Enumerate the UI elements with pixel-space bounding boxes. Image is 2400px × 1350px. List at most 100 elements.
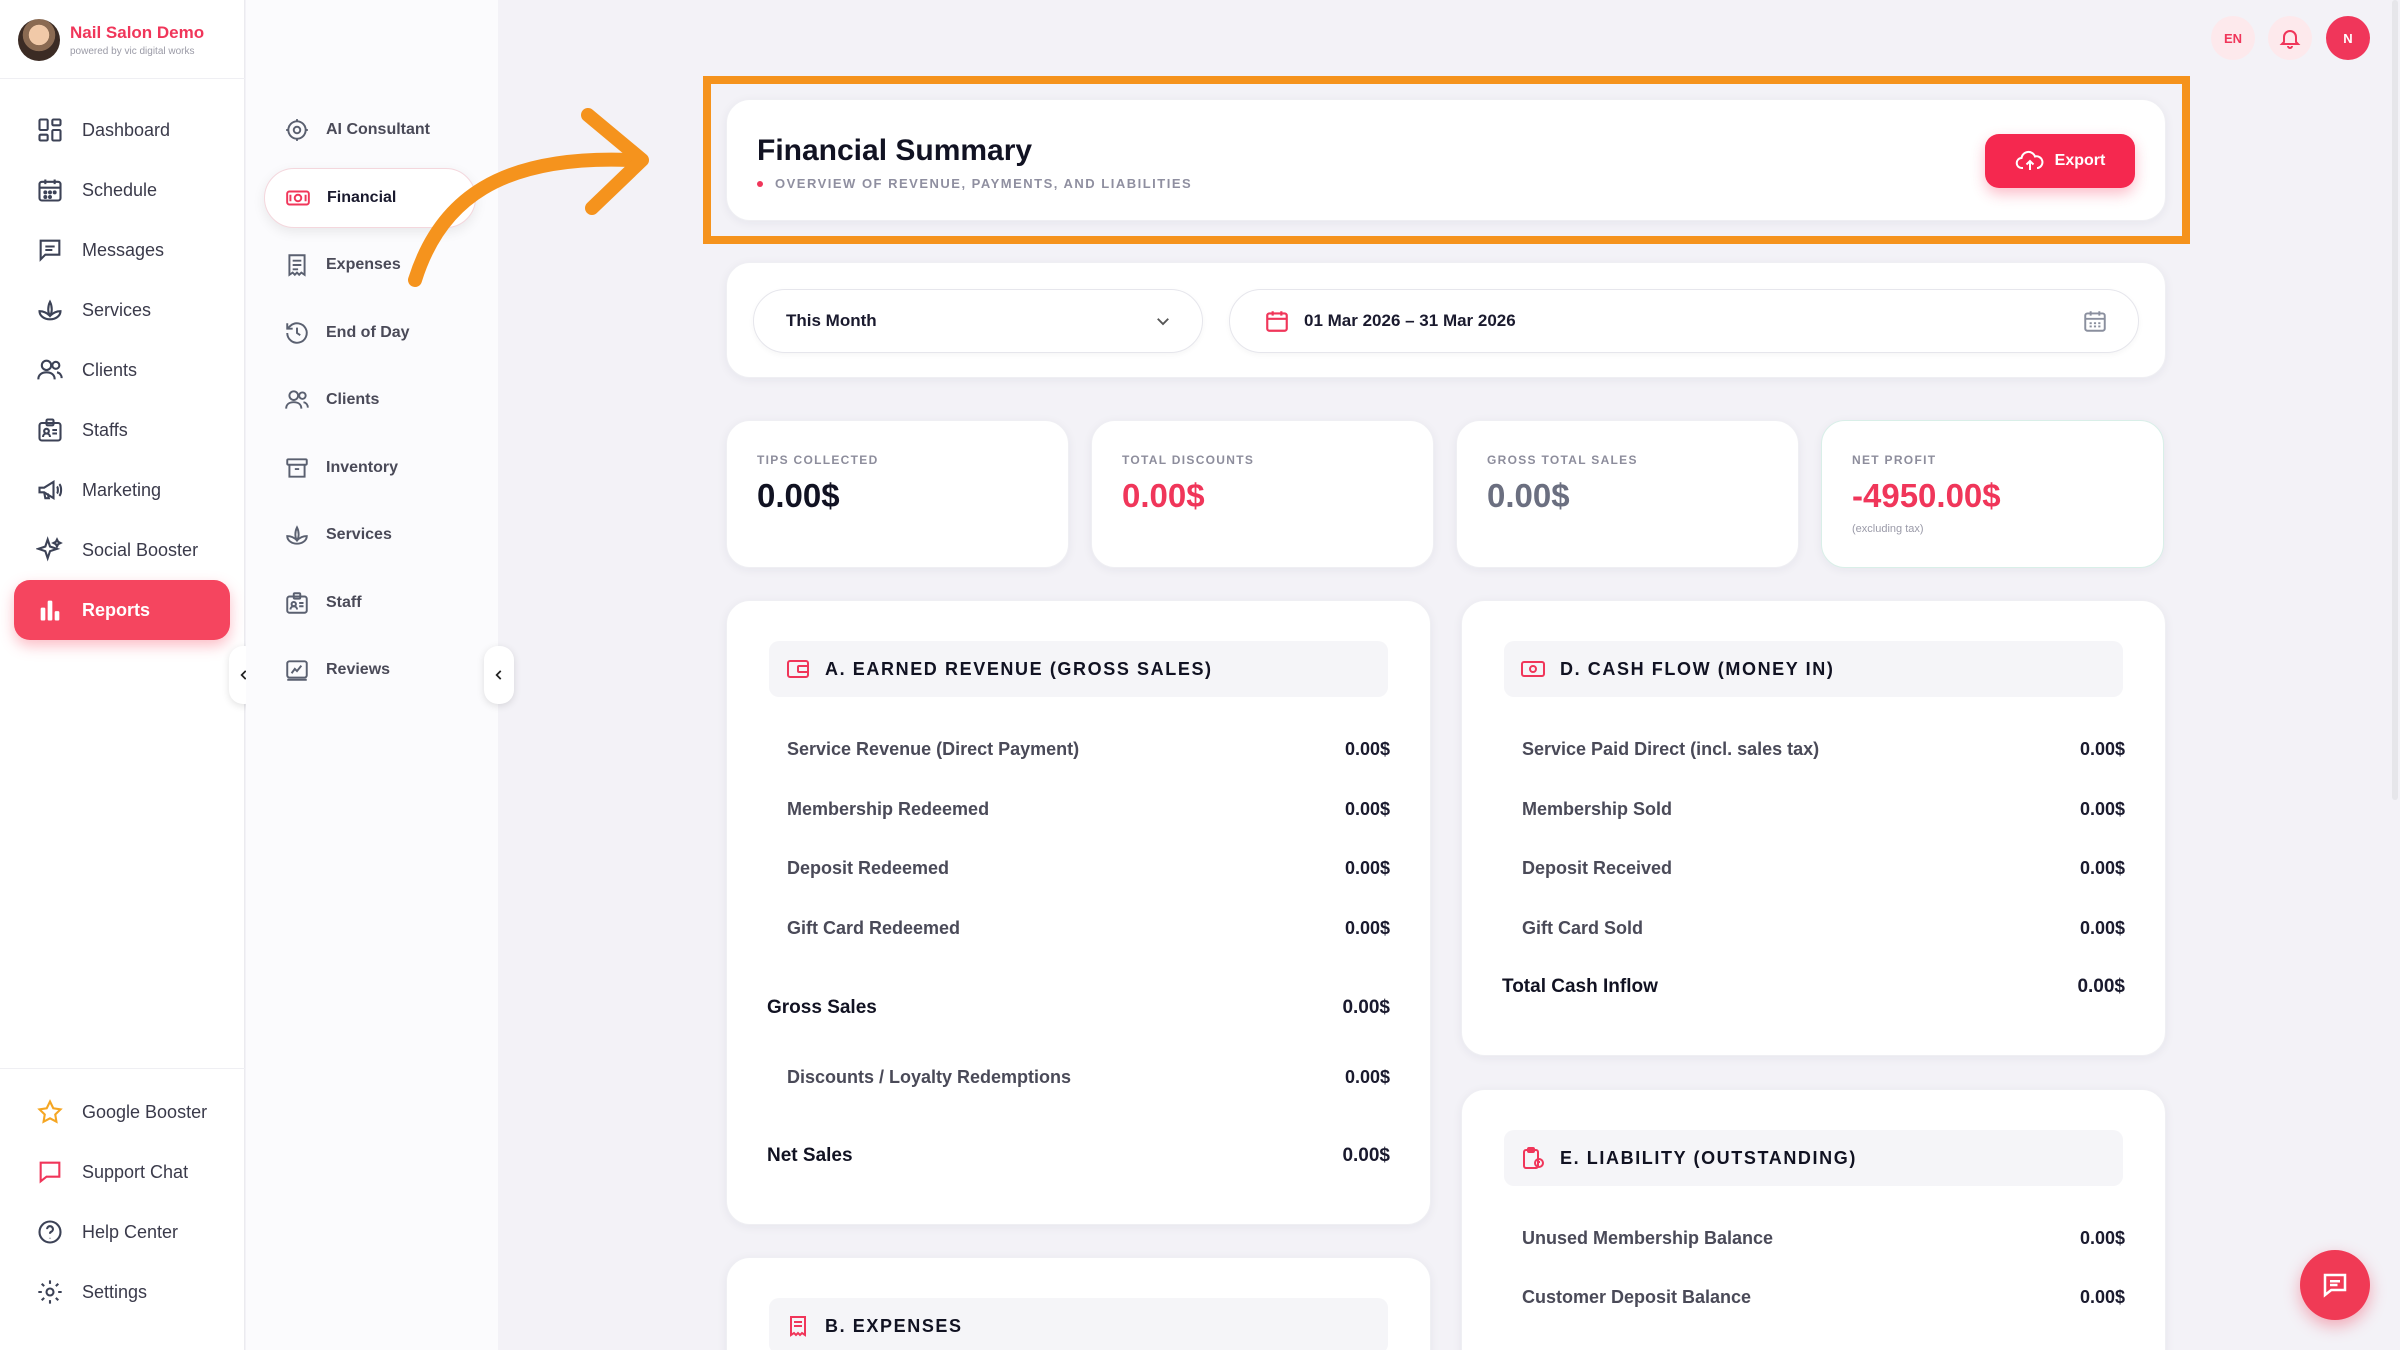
nav-clients[interactable]: Clients xyxy=(14,340,230,400)
section-title: A. EARNED REVENUE (GROSS SALES) xyxy=(825,658,1213,679)
history-icon xyxy=(286,321,308,344)
row-value: 0.00$ xyxy=(1342,1145,1390,1166)
row-label: Unused Membership Balance xyxy=(1522,1228,1774,1248)
row-label: Total Cash Inflow xyxy=(1502,976,1658,997)
notifications-button[interactable] xyxy=(2268,16,2312,60)
nav-messages[interactable]: Messages xyxy=(14,220,230,280)
language-button[interactable]: EN xyxy=(2211,16,2255,60)
row-value: 0.00$ xyxy=(2079,1287,2125,1307)
arrow-annotation xyxy=(408,108,649,287)
period-select[interactable]: This Month xyxy=(753,289,1203,353)
revenue-row: Deposit Redeemed 0.00$ xyxy=(787,858,1390,879)
calendar-icon xyxy=(38,179,62,202)
calendar-grid-icon[interactable] xyxy=(2082,308,2108,334)
subnav-end-of-day[interactable]: End of Day xyxy=(264,303,476,363)
row-value: 0.00$ xyxy=(2077,976,2125,997)
megaphone-icon xyxy=(38,479,63,501)
id-badge-icon xyxy=(286,591,308,614)
row-label: Gift Card Redeemed xyxy=(787,918,961,938)
clipboard-alert-icon xyxy=(1523,1147,1544,1169)
calendar-icon xyxy=(1266,311,1288,332)
nav-reports[interactable]: Reports xyxy=(14,580,230,640)
section-header: E. LIABILITY (OUTSTANDING) xyxy=(1504,1130,2123,1186)
row-label: Deposit Redeemed xyxy=(787,858,950,878)
row-value: 0.00$ xyxy=(2079,799,2125,819)
nav-label: Support Chat xyxy=(82,1161,189,1182)
divider xyxy=(0,78,245,79)
lotus-icon xyxy=(286,525,308,545)
subnav-label: Inventory xyxy=(326,458,399,476)
nav-label: Services xyxy=(82,299,152,320)
subnav-label: Expenses xyxy=(326,256,401,273)
row-label: Discounts / Loyalty Redemptions xyxy=(787,1067,1072,1087)
nav-marketing[interactable]: Marketing xyxy=(14,460,230,520)
subnav-label: Services xyxy=(326,526,392,543)
row-label: Gross Sales xyxy=(767,997,877,1018)
date-range-picker[interactable]: 01 Mar 2026 – 31 Mar 2026 xyxy=(1229,289,2139,353)
nav-support-chat[interactable]: Support Chat xyxy=(14,1142,230,1202)
nav-social-booster[interactable]: Social Booster xyxy=(14,520,230,580)
nav-label: Help Center xyxy=(82,1221,179,1242)
nav-settings[interactable]: Settings xyxy=(14,1262,230,1322)
chat-fab-button[interactable] xyxy=(2300,1250,2370,1320)
stat-card-discounts: TOTAL DISCOUNTS 0.00$ xyxy=(1091,420,1434,568)
brand[interactable]: Nail Salon Demo powered by vic digital w… xyxy=(18,18,233,62)
nav-dashboard[interactable]: Dashboard xyxy=(14,100,230,160)
sparkle-icon xyxy=(36,536,63,562)
nav-schedule[interactable]: Schedule xyxy=(14,160,230,220)
net-sales-row: Net Sales 0.00$ xyxy=(767,1145,1390,1167)
chevron-down-icon xyxy=(1157,318,1169,326)
brand-name: Nail Salon Demo xyxy=(70,23,205,42)
subnav-reviews[interactable]: Reviews xyxy=(264,640,476,700)
nav-label: Marketing xyxy=(82,479,162,500)
section-title: B. EXPENSES xyxy=(825,1315,963,1336)
nav-google-booster[interactable]: Google Booster xyxy=(14,1082,230,1142)
stat-label: TOTAL DISCOUNTS xyxy=(1122,453,1255,467)
nav-label: Reports xyxy=(82,599,151,620)
nav-label: Google Booster xyxy=(82,1101,208,1122)
liability-row: Customer Deposit Balance 0.00$ xyxy=(1522,1287,2125,1308)
box-icon xyxy=(286,457,308,478)
gross-sales-row: Gross Sales 0.00$ xyxy=(767,997,1390,1019)
bar-chart-icon xyxy=(40,600,60,621)
row-label: Membership Sold xyxy=(1522,799,1673,819)
nav-staffs[interactable]: Staffs xyxy=(14,400,230,460)
stat-label: NET PROFIT xyxy=(1852,453,1937,467)
star-icon xyxy=(37,1099,63,1124)
subnav-clients[interactable]: Clients xyxy=(264,370,476,430)
row-label: Gift Card Sold xyxy=(1522,918,1643,938)
help-icon xyxy=(38,1220,62,1244)
row-value: 0.00$ xyxy=(2079,1228,2125,1248)
section-header: B. EXPENSES xyxy=(769,1298,1388,1350)
nav-label: Dashboard xyxy=(82,119,171,140)
users-icon xyxy=(285,390,309,409)
subnav-services[interactable]: Services xyxy=(264,505,476,565)
nav-help-center[interactable]: Help Center xyxy=(14,1202,230,1262)
subnav-label: Clients xyxy=(326,391,380,408)
user-avatar[interactable]: N xyxy=(2326,16,2370,60)
stat-label: TIPS COLLECTED xyxy=(757,453,879,467)
collapse-reports-sidebar-button[interactable] xyxy=(484,646,514,704)
row-value: 0.00$ xyxy=(1344,799,1390,819)
chat-icon xyxy=(39,1161,61,1184)
scrollbar[interactable] xyxy=(2392,0,2398,800)
subnav-label: End of Day xyxy=(326,323,410,341)
wallet-icon xyxy=(787,660,809,678)
lotus-icon xyxy=(38,299,62,321)
subnav-inventory[interactable]: Inventory xyxy=(264,438,476,498)
stat-value: 0.00$ xyxy=(757,477,840,514)
filter-card: This Month 01 Mar 2026 – 31 Mar 2026 xyxy=(726,262,2166,378)
receipt-icon xyxy=(790,1316,806,1337)
nav-label: Staffs xyxy=(82,419,128,440)
stat-value: -4950.00$ xyxy=(1852,477,2001,514)
section-header: D. CASH FLOW (MONEY IN) xyxy=(1504,641,2123,697)
nav-services[interactable]: Services xyxy=(14,280,230,340)
nav-label: Social Booster xyxy=(82,539,199,560)
revenue-row: Membership Redeemed 0.00$ xyxy=(787,799,1390,820)
nav-label: Messages xyxy=(82,239,165,260)
subnav-staff[interactable]: Staff xyxy=(264,573,476,633)
row-label: Service Revenue (Direct Payment) xyxy=(787,739,1080,759)
primary-nav: Dashboard Schedule Messages Services Cli… xyxy=(14,100,230,640)
row-label: Customer Deposit Balance xyxy=(1522,1287,1752,1307)
liability-row: Unused Membership Balance 0.00$ xyxy=(1522,1228,2125,1249)
